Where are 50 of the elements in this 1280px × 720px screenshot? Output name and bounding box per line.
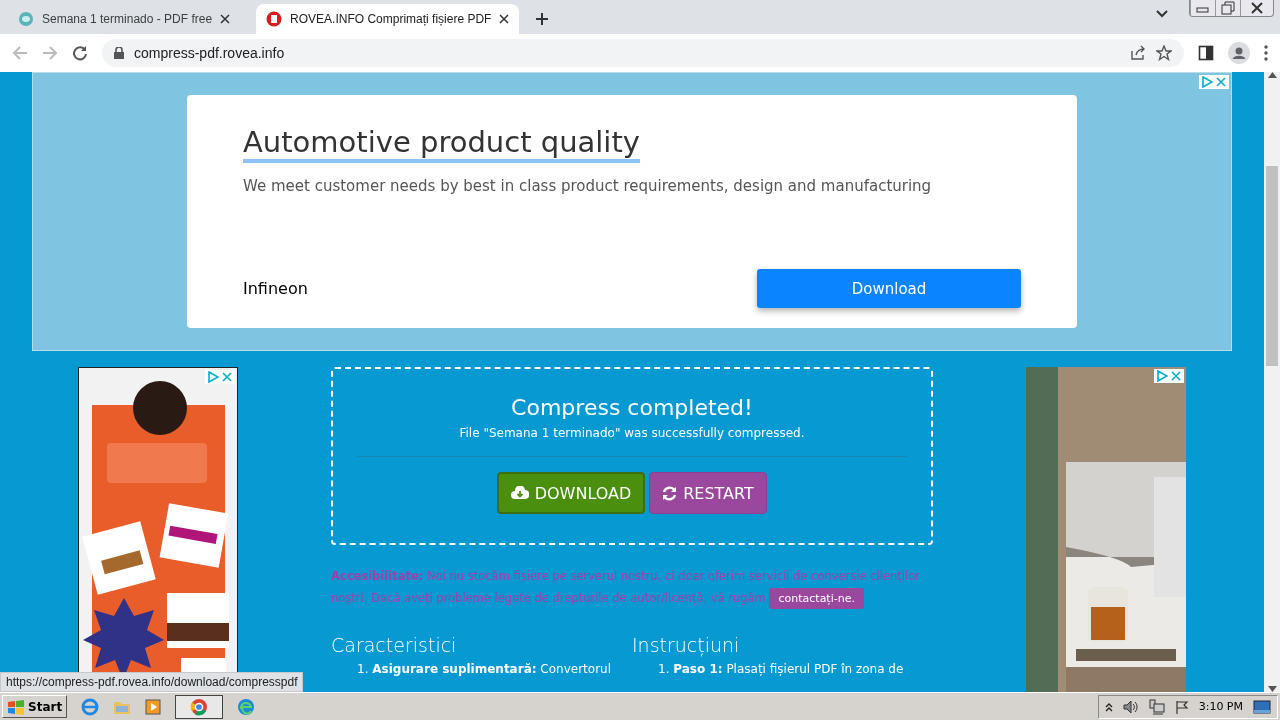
ad-headline: Automotive product quality <box>243 125 640 163</box>
windows-logo-icon <box>7 698 25 715</box>
reload-icon[interactable] <box>72 45 88 61</box>
ad-info-icon[interactable] <box>1156 370 1168 382</box>
download-button[interactable]: DOWNLOAD <box>497 472 645 514</box>
status-url: https://compress-pdf.rovea.info/download/compresspdf <box>0 672 304 692</box>
star-icon[interactable] <box>1156 45 1172 61</box>
address-bar[interactable]: compress-pdf.rovea.info <box>102 39 1184 67</box>
lock-icon <box>114 47 124 59</box>
cloud-download-icon <box>510 486 529 500</box>
scrollbar-thumb[interactable] <box>1266 166 1278 366</box>
restart-button[interactable]: RESTART <box>649 472 767 514</box>
browser-tab[interactable]: ROVEA.INFO Comprimați fișiere PDF <box>256 4 520 34</box>
flag-icon[interactable] <box>1174 699 1189 714</box>
ad-info-icon[interactable] <box>1201 76 1213 88</box>
menu-dots-icon[interactable] <box>1264 45 1268 61</box>
tab-title: ROVEA.INFO Comprimați fișiere PDF <box>290 12 492 26</box>
list-item: 1. Asigurare suplimentară: Convertorul <box>357 662 612 676</box>
globe-favicon-icon <box>18 11 34 27</box>
chrome-icon[interactable] <box>190 697 209 716</box>
section-heading: Caracteristici <box>331 634 458 656</box>
show-hidden-icons-icon[interactable] <box>1104 701 1113 712</box>
result-message: File "Semana 1 terminado" was successfully compressed. <box>459 426 805 440</box>
ad-info-icon[interactable] <box>207 371 219 383</box>
media-player-icon[interactable] <box>145 698 162 715</box>
side-panel-icon[interactable] <box>1198 45 1214 61</box>
profile-icon[interactable] <box>1228 42 1250 64</box>
scrollbar[interactable] <box>1264 72 1280 692</box>
refresh-icon <box>662 485 678 501</box>
close-icon[interactable] <box>220 14 231 24</box>
contact-link[interactable]: contactați-ne. <box>769 588 864 609</box>
download-button[interactable]: Download <box>757 269 1021 308</box>
network-icon[interactable] <box>1148 698 1165 715</box>
document-favicon-icon <box>266 11 283 27</box>
ad-advertiser: Infineon <box>243 279 308 298</box>
show-desktop-icon[interactable] <box>1253 699 1271 714</box>
chevron-down-icon[interactable] <box>1156 10 1168 18</box>
ad-text: We meet customer needs by best in class product requirements, design and manufacturing <box>243 177 933 195</box>
tab-title: Semana 1 terminado - PDF free <box>42 12 213 26</box>
accessibility-notice: Accesibilitate: Noi nu stocăm fișiere pe serverul nostru, ci doar oferim servicii de conversie clienților noștri. Dacă aveți probleme legate de drepturile de autor/licență, vă rugăm contactați-ne. <box>331 565 933 610</box>
browser-tab[interactable]: Semana 1 terminado - PDF free <box>8 4 241 34</box>
result-title: Compress completed! <box>511 395 753 420</box>
section-heading: Instrucțiuni <box>632 634 741 656</box>
start-button[interactable]: Start <box>2 695 68 718</box>
new-tab-icon[interactable] <box>535 12 550 26</box>
clock[interactable]: 3:10 PM <box>1198 700 1243 713</box>
share-icon[interactable] <box>1130 45 1146 61</box>
list-item: 1. Paso 1: Plasați fișierul PDF în zona de <box>658 662 905 676</box>
speaker-icon[interactable] <box>1122 699 1139 714</box>
close-icon[interactable] <box>499 14 510 24</box>
